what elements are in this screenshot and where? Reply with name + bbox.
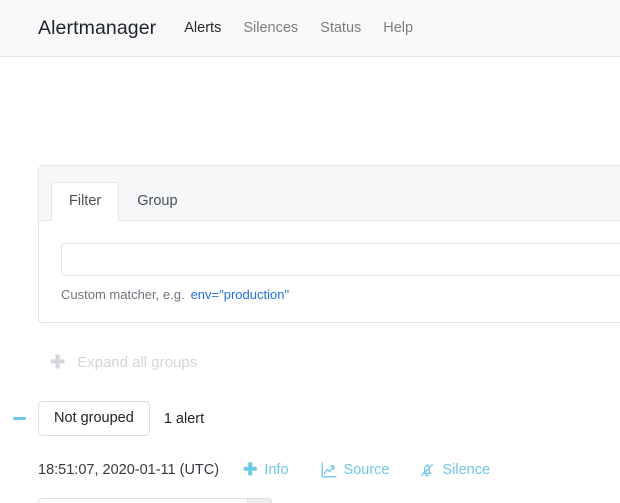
alert-labels: alertname="High Pod Memory" +	[38, 498, 620, 503]
nav-link-help[interactable]: Help	[383, 20, 413, 36]
filter-card: Filter Group Custom matcher, e.g. env="pr…	[38, 165, 620, 323]
minus-icon	[12, 417, 26, 421]
plus-icon: ✚	[243, 460, 258, 479]
bell-slash-icon	[419, 462, 435, 478]
tab-group[interactable]: Group	[119, 182, 195, 221]
alert-label-chip-group: alertname="High Pod Memory" +	[38, 498, 272, 503]
alert-label-chip[interactable]: alertname="High Pod Memory"	[38, 498, 247, 503]
group-collapse-toggle[interactable]	[0, 417, 38, 421]
chart-line-icon	[321, 462, 337, 478]
expand-all-groups-button[interactable]: ✚ Expand all groups	[50, 353, 197, 371]
nav-link-silences[interactable]: Silences	[243, 20, 298, 36]
group-alert-count: 1 alert	[163, 410, 205, 427]
alert-label-add-button[interactable]: +	[246, 498, 272, 503]
filter-card-header: Filter Group	[39, 166, 620, 221]
tab-filter[interactable]: Filter	[51, 181, 120, 221]
alert-info-button[interactable]: ✚ Info	[243, 461, 288, 478]
alert-silence-button[interactable]: Silence	[419, 462, 490, 478]
filter-card-body: Custom matcher, e.g. env="production"	[39, 221, 620, 322]
filter-input[interactable]	[61, 243, 620, 276]
alert-group-row: Not grouped 1 alert	[0, 401, 205, 437]
filter-helper-text: Custom matcher, e.g. env="production"	[61, 287, 620, 302]
alert-item: 18:51:07, 2020-01-11 (UTC) ✚ Info Source	[38, 461, 620, 503]
navbar: Alertmanager Alerts Silences Status Help	[0, 0, 620, 57]
navbar-links: Alerts Silences Status Help	[184, 20, 413, 36]
alert-source-label: Source	[343, 461, 390, 478]
app-brand[interactable]: Alertmanager	[38, 17, 156, 40]
expand-all-groups-label: Expand all groups	[77, 353, 198, 371]
group-name-button[interactable]: Not grouped	[38, 401, 150, 437]
nav-link-status[interactable]: Status	[320, 20, 361, 36]
alert-info-label: Info	[264, 461, 289, 478]
alert-meta-row: 18:51:07, 2020-01-11 (UTC) ✚ Info Source	[38, 461, 620, 478]
filter-helper-example[interactable]: env="production"	[191, 287, 290, 302]
filter-helper-label: Custom matcher, e.g.	[61, 287, 185, 302]
nav-link-alerts[interactable]: Alerts	[184, 20, 221, 36]
alert-silence-label: Silence	[442, 461, 491, 478]
alert-timestamp: 18:51:07, 2020-01-11 (UTC)	[38, 461, 220, 478]
alert-source-link[interactable]: Source	[321, 461, 390, 478]
plus-icon: ✚	[50, 352, 66, 372]
filter-tabs: Filter Group	[51, 180, 620, 221]
